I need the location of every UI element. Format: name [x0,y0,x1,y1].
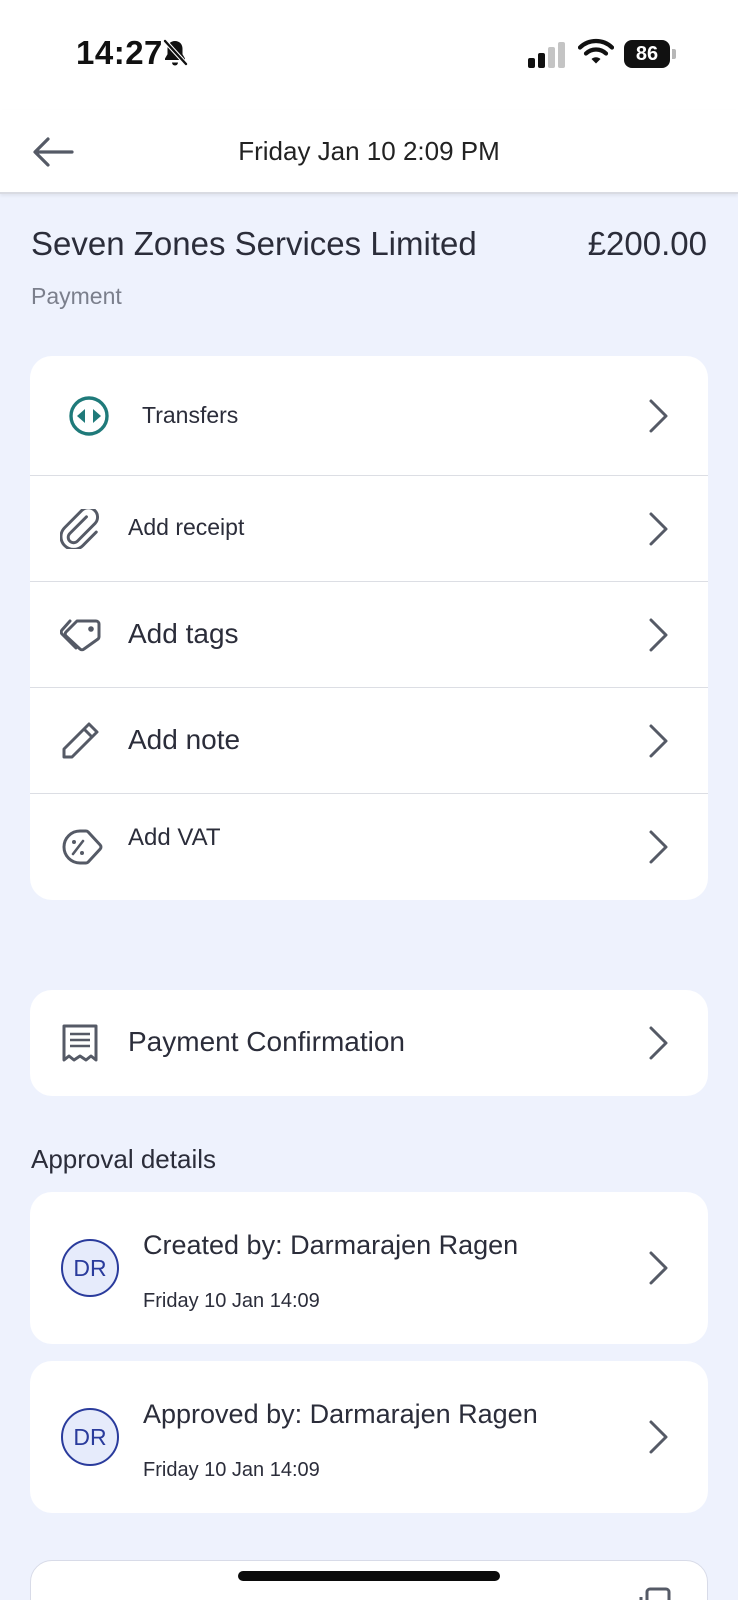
page-title: Friday Jan 10 2:09 PM [238,136,500,166]
chevron-right-icon [649,1420,668,1454]
approval-created-card[interactable]: DR Created by: Darmarajen Ragen Friday 1… [30,1192,708,1344]
add-receipt-label: Add receipt [128,514,245,540]
avatar-initials: DR [73,1254,107,1281]
chevron-right-icon [649,399,668,432]
created-by-text: Created by: Darmarajen Ragen [143,1230,519,1260]
battery-icon: 86 [624,40,670,68]
payment-confirmation-card: Payment Confirmation [30,990,708,1096]
approved-by-text: Approved by: Darmarajen Ragen [143,1399,538,1429]
transfers-row[interactable]: Transfers [30,356,708,476]
cellular-signal-icon [528,42,565,68]
home-indicator[interactable] [238,1571,500,1581]
chevron-right-icon [649,724,668,757]
add-note-label: Add note [128,724,241,755]
wifi-icon [578,39,614,64]
add-tags-row[interactable]: Add tags [30,582,708,688]
transfers-icon [69,395,109,436]
add-receipt-row[interactable]: Add receipt [30,476,708,582]
chevron-right-icon [649,618,668,651]
pencil-icon [62,722,99,758]
percent-tag-icon [62,829,103,865]
battery-tip [672,49,676,59]
merchant-name: Seven Zones Services Limited [31,225,477,262]
created-date: Friday 10 Jan 14:09 [143,1290,320,1312]
approval-approved-card[interactable]: DR Approved by: Darmarajen Ragen Friday … [30,1361,708,1513]
add-tags-label: Add tags [128,618,239,649]
transfers-label: Transfers [142,402,239,428]
approval-details-heading: Approval details [31,1144,216,1174]
add-vat-row[interactable]: Add VAT [30,794,708,900]
paperclip-icon [60,508,99,549]
payment-confirmation-row[interactable]: Payment Confirmation [30,990,708,1096]
bell-slash-icon [163,39,188,66]
battery-level: 86 [635,42,659,65]
chevron-right-icon [649,1251,668,1285]
actions-card: Transfers Add receipt Add tags Add note [30,356,708,900]
avatar-initials: DR [73,1423,107,1450]
nav-bar: Friday Jan 10 2:09 PM [0,110,738,194]
transaction-type: Payment [31,283,122,309]
status-time: 14:27 [76,34,163,71]
chevron-right-icon [649,830,668,864]
add-note-row[interactable]: Add note [30,688,708,794]
add-vat-label: Add VAT [128,824,221,851]
chevron-right-icon [649,1026,668,1060]
receipt-icon [62,1024,98,1062]
chevron-right-icon [649,512,668,545]
payment-confirmation-label: Payment Confirmation [128,1026,406,1057]
avatar: DR [61,1408,119,1466]
tag-icon [60,619,101,651]
avatar: DR [61,1239,119,1297]
transaction-amount: £200.00 [587,225,707,262]
approved-date: Friday 10 Jan 14:09 [143,1459,320,1481]
copy-icon [639,1587,671,1600]
status-bar: 14:27 86 [0,0,738,110]
